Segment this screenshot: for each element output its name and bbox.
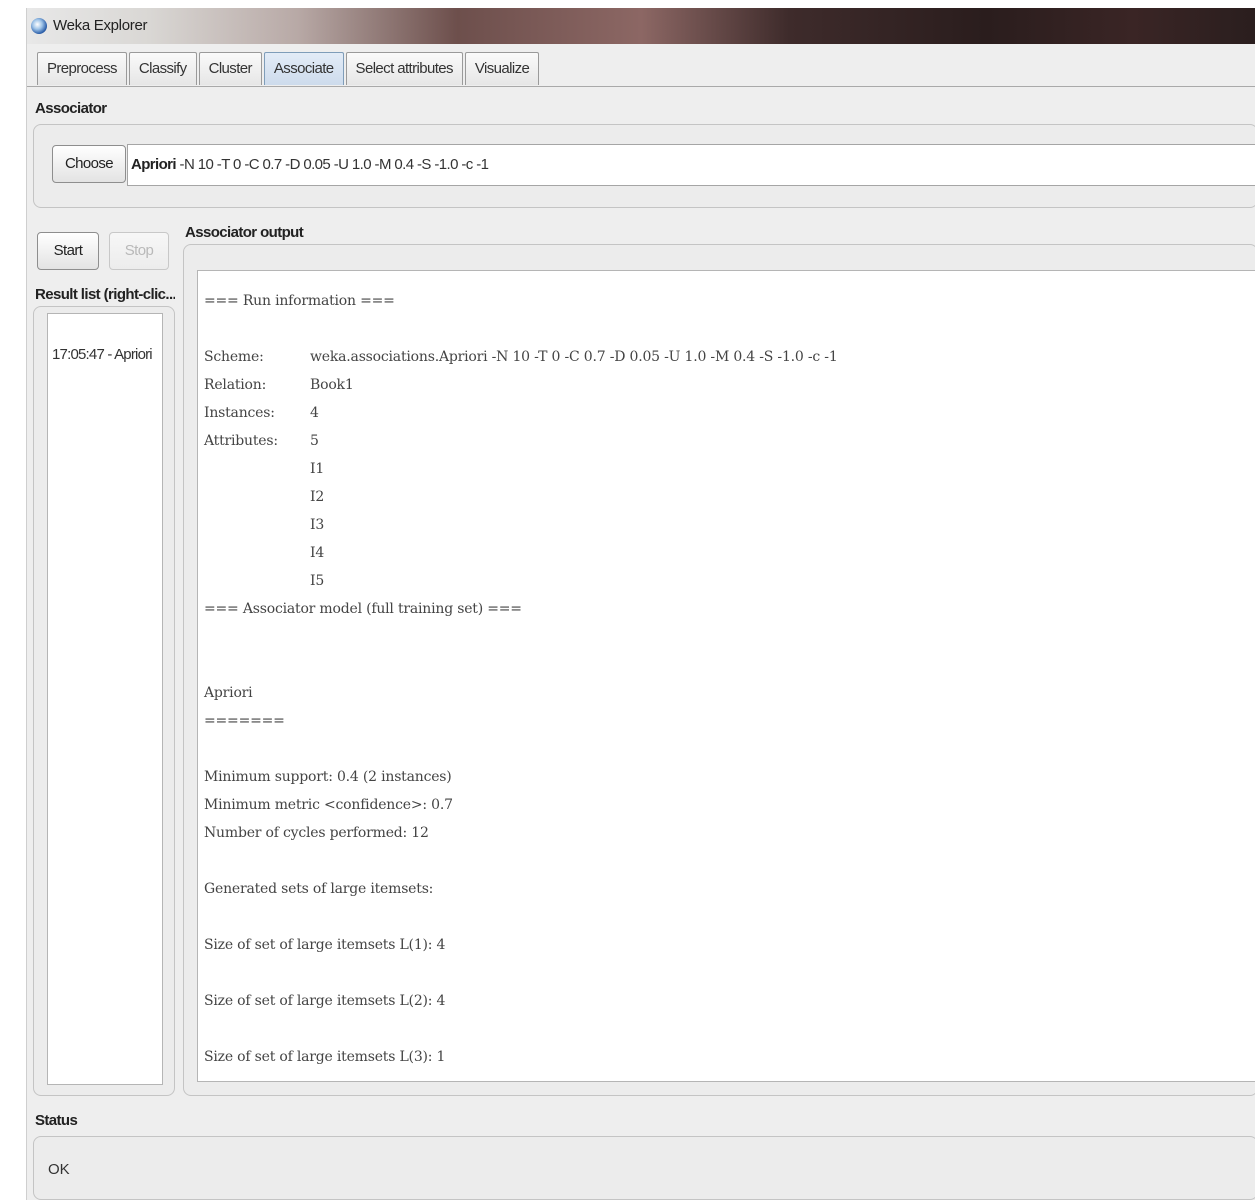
main-tab-strip: Preprocess Classify Cluster Associate Se… — [37, 52, 541, 86]
output-line: Size of set of large itemsets L(1): 4 — [204, 937, 446, 953]
output-key: Relation: — [204, 377, 267, 393]
output-key: Instances: — [204, 405, 275, 421]
result-list-label: Result list (right-clic... — [35, 286, 175, 303]
stop-button[interactable]: Stop — [109, 232, 169, 270]
output-line: Number of cycles performed: 12 — [204, 825, 429, 841]
result-list[interactable]: 17:05:47 - Apriori — [47, 313, 163, 1085]
output-value: Book1 — [310, 377, 354, 393]
tab-select-attributes[interactable]: Select attributes — [345, 52, 463, 85]
tab-preprocess[interactable]: Preprocess — [37, 52, 127, 85]
choose-button[interactable]: Choose — [52, 145, 126, 183]
tab-classify[interactable]: Classify — [128, 52, 197, 85]
output-value: I2 — [310, 489, 325, 505]
output-line: Size of set of large itemsets L(2): 4 — [204, 993, 446, 1009]
weka-explorer-window: Weka Explorer Preprocess Classify Cluste… — [26, 8, 1255, 1200]
output-value: 4 — [310, 405, 319, 421]
output-value: I5 — [310, 573, 325, 589]
output-line: === Associator model (full training set)… — [204, 601, 522, 617]
output-line: Attributes: 5 — [204, 433, 319, 449]
output-line: === Run information === — [204, 293, 395, 309]
tab-cluster[interactable]: Cluster — [198, 52, 262, 85]
output-line: Relation: Book1 — [204, 377, 354, 393]
output-line: Instances: 4 — [204, 405, 319, 421]
output-value: I1 — [310, 461, 325, 477]
output-line: ======= — [204, 713, 285, 729]
output-line: Apriori — [204, 685, 253, 701]
output-line: Scheme: weka.associations.Apriori -N 10 -… — [204, 349, 838, 365]
tab-visualize[interactable]: Visualize — [464, 52, 540, 85]
associator-section-label: Associator — [35, 100, 107, 117]
output-line: Minimum support: 0.4 (2 instances) — [204, 769, 452, 785]
scheme-field[interactable]: Apriori -N 10 -T 0 -C 0.7 -D 0.05 -U 1.0… — [127, 144, 1255, 186]
weka-app-icon — [31, 18, 47, 34]
tab-associate[interactable]: Associate — [263, 52, 344, 85]
title-bar: Weka Explorer — [27, 8, 1255, 44]
output-line: Size of set of large itemsets L(3): 1 — [204, 1049, 446, 1065]
output-line: Generated sets of large itemsets: — [204, 881, 434, 897]
scheme-name: Apriori — [131, 156, 177, 173]
output-value: 5 — [310, 433, 319, 449]
output-key: Scheme: — [204, 349, 264, 365]
result-list-item[interactable]: 17:05:47 - Apriori — [52, 346, 153, 363]
associator-output-label: Associator output — [185, 224, 304, 241]
output-line: Minimum metric <confidence>: 0.7 — [204, 797, 453, 813]
output-value: I4 — [310, 545, 325, 561]
tab-divider — [27, 86, 1255, 87]
status-label: Status — [35, 1112, 78, 1129]
associator-output-text[interactable]: === Run information === Scheme: weka.asso… — [197, 270, 1255, 1082]
output-value: weka.associations.Apriori -N 10 -T 0 -C … — [310, 349, 838, 365]
scheme-options: -N 10 -T 0 -C 0.7 -D 0.05 -U 1.0 -M 0.4 … — [179, 156, 489, 173]
output-key: Attributes: — [204, 433, 278, 449]
window-title: Weka Explorer — [53, 17, 148, 34]
output-value: I3 — [310, 517, 325, 533]
status-bar: OK — [33, 1136, 1255, 1200]
status-text: OK — [48, 1161, 70, 1178]
start-button[interactable]: Start — [37, 232, 99, 270]
